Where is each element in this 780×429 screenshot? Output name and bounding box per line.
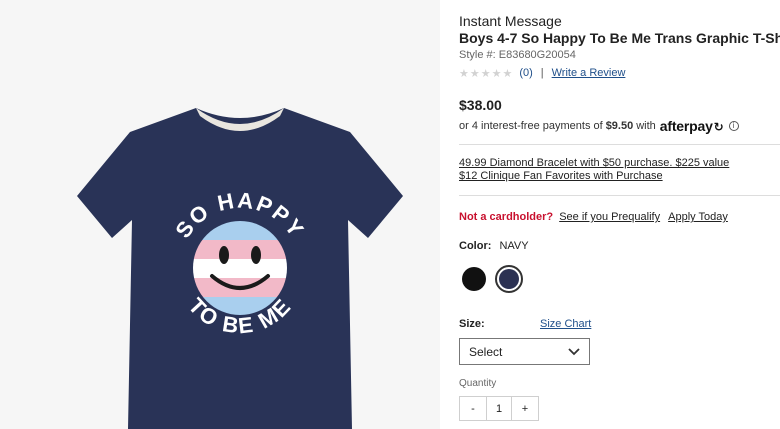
chevron-down-icon (568, 348, 580, 356)
product-price: $38.00 (459, 97, 502, 113)
size-select-value: Select (469, 344, 503, 359)
quantity-increment-button[interactable]: + (512, 397, 538, 420)
tshirt-graphic: SO HAPPY TO BE ME (77, 108, 403, 429)
selected-color-value: NAVY (499, 240, 529, 252)
color-swatch-navy[interactable] (495, 265, 523, 293)
installments-suffix: with (636, 120, 656, 132)
apply-today-link[interactable]: Apply Today (668, 211, 728, 223)
color-label: Color: NAVY (459, 240, 529, 252)
installments-prefix: or 4 interest-free payments of (459, 120, 603, 132)
quantity-stepper: - 1 + (459, 396, 539, 421)
afterpay-arrow-icon: ↻ (713, 120, 724, 134)
star-rating-icon: ★★★★★ (459, 67, 514, 80)
divider (459, 195, 780, 196)
size-chart-link[interactable]: Size Chart (540, 318, 591, 330)
prequalify-link[interactable]: See if you Prequalify (559, 211, 660, 223)
divider (459, 144, 780, 145)
promo-link-clinique[interactable]: $12 Clinique Fan Favorites with Purchase (459, 170, 663, 182)
navy-swatch-fill (499, 269, 519, 289)
afterpay-installments: or 4 interest-free payments of $9.50 wit… (459, 118, 739, 134)
product-image[interactable]: SO HAPPY TO BE ME (0, 0, 440, 429)
write-review-link[interactable]: Write a Review (552, 67, 626, 79)
afterpay-label: afterpay (659, 118, 713, 134)
quantity-decrement-button[interactable]: - (460, 397, 486, 420)
afterpay-logo: afterpay↻ (660, 118, 724, 134)
installments-amount: $9.50 (605, 120, 634, 132)
cardholder-prompt: Not a cardholder? (459, 211, 554, 223)
product-details: Instant Message Boys 4-7 So Happy To Be … (459, 0, 780, 429)
cardholder-row: Not a cardholder? See if you Prequalify … (459, 211, 728, 223)
style-value: E83680G20054 (498, 49, 576, 61)
review-count-link[interactable]: (0) (519, 67, 532, 79)
color-swatch-black[interactable] (462, 267, 486, 291)
info-icon[interactable]: i (728, 121, 739, 131)
product-title: Boys 4-7 So Happy To Be Me Trans Graphic… (459, 30, 780, 46)
style-label: Style #: (459, 49, 496, 61)
rating-separator: | (540, 67, 544, 79)
style-number: Style #: E83680G20054 (459, 49, 576, 61)
color-label-text: Color: (459, 240, 492, 252)
rating-row: ★★★★★ (0) | Write a Review (459, 66, 625, 80)
quantity-label: Quantity (459, 378, 497, 389)
brand-name[interactable]: Instant Message (459, 13, 562, 29)
promo-link-bracelet[interactable]: 49.99 Diamond Bracelet with $50 purchase… (459, 157, 729, 169)
size-label: Size: (459, 318, 485, 330)
quantity-input[interactable]: 1 (486, 397, 512, 420)
size-select[interactable]: Select (459, 338, 590, 365)
